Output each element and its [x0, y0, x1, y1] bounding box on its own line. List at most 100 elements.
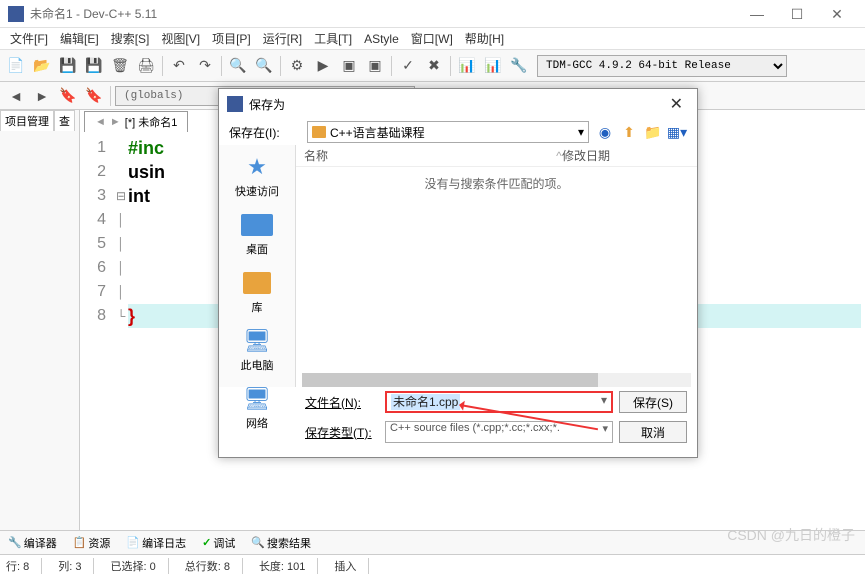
menu-search[interactable]: 搜索[S] — [105, 30, 156, 47]
dialog-body: ★快速访问 桌面 库 🖥此电脑 🖥网络 名称 ^ 修改日期 没有与搜索条件匹配的… — [219, 145, 697, 387]
editor-tab-label: [*] 未命名1 — [125, 114, 178, 130]
separator — [162, 56, 163, 76]
separator — [110, 86, 111, 106]
tab-debug[interactable]: ✓ 调试 — [198, 533, 239, 553]
undo-icon[interactable]: ↶ — [167, 54, 191, 78]
dialog-close-button[interactable]: ✕ — [664, 94, 689, 114]
empty-message: 没有与搜索条件匹配的项。 — [296, 167, 697, 192]
dialog-icon — [227, 96, 243, 112]
stop-icon[interactable]: ✖ — [422, 54, 446, 78]
menu-file[interactable]: 文件[F] — [4, 30, 54, 47]
view-menu-icon[interactable]: ▦▾ — [667, 122, 687, 142]
tab-compile-log[interactable]: 📄 编译日志 — [122, 533, 190, 553]
menu-astyle[interactable]: AStyle — [358, 32, 405, 46]
new-folder-icon[interactable]: 📁 — [643, 122, 663, 142]
sidebar-tab-project[interactable]: 项目管理 — [0, 110, 54, 131]
separator — [391, 56, 392, 76]
menu-tools[interactable]: 工具[T] — [308, 30, 358, 47]
print-icon[interactable]: 🖨 — [134, 54, 158, 78]
back-icon[interactable]: ◄ — [4, 84, 28, 108]
folder-icon — [312, 126, 326, 138]
filename-row: 文件名(N): 未命名1.cpp▾ 保存(S) — [295, 387, 697, 417]
tab-resources[interactable]: 📋 资源 — [69, 533, 115, 553]
nav-up-icon[interactable]: ⬆ — [619, 122, 639, 142]
titlebar: 未命名1 - Dev-C++ 5.11 — ☐ ✕ — [0, 0, 865, 28]
maximize-button[interactable]: ☐ — [777, 2, 817, 26]
filename-input[interactable]: 未命名1.cpp▾ — [385, 391, 613, 413]
col-date[interactable]: 修改日期 — [562, 147, 697, 164]
col-name[interactable]: 名称 — [296, 147, 556, 164]
project-sidebar: 项目管理 查 — [0, 110, 80, 530]
cancel-button[interactable]: 取消 — [619, 421, 687, 443]
file-list[interactable]: 名称 ^ 修改日期 没有与搜索条件匹配的项。 — [295, 145, 697, 387]
profile-icon[interactable]: 📊 — [455, 54, 479, 78]
horizontal-scrollbar[interactable] — [302, 373, 691, 387]
menu-project[interactable]: 项目[P] — [206, 30, 257, 47]
filetype-select[interactable]: C++ source files (*.cpp;*.cc;*.cxx;*.▾ — [385, 421, 613, 443]
new-file-icon[interactable]: 📄 — [4, 54, 28, 78]
menu-run[interactable]: 运行[R] — [257, 30, 308, 47]
menu-help[interactable]: 帮助[H] — [459, 30, 510, 47]
nav-back-icon[interactable]: ◉ — [595, 122, 615, 142]
arrow-left-icon[interactable]: ◄ — [95, 116, 106, 128]
status-line: 行: 8 — [6, 558, 42, 574]
place-network[interactable]: 🖥网络 — [219, 381, 295, 439]
rebuild-icon[interactable]: ▣ — [363, 54, 387, 78]
filetype-label: 保存类型(T): — [305, 424, 379, 441]
bookmark-icon[interactable]: 🔖 — [56, 84, 80, 108]
file-list-header: 名称 ^ 修改日期 — [296, 145, 697, 167]
minimize-button[interactable]: — — [737, 2, 777, 26]
save-button[interactable]: 保存(S) — [619, 391, 687, 413]
tab-search-results[interactable]: 🔍 搜索结果 — [247, 533, 315, 553]
status-length: 长度: 101 — [259, 558, 318, 574]
goto-icon[interactable]: 🔖 — [82, 84, 106, 108]
save-all-icon[interactable]: 💾 — [82, 54, 106, 78]
forward-icon[interactable]: ► — [30, 84, 54, 108]
compile-run-icon[interactable]: ▣ — [337, 54, 361, 78]
menubar: 文件[F] 编辑[E] 搜索[S] 视图[V] 项目[P] 运行[R] 工具[T… — [0, 28, 865, 50]
run-icon[interactable]: ▶ — [311, 54, 335, 78]
main-toolbar: 📄 📂 💾 💾 🗑 🖨 ↶ ↷ 🔍 🔍 ⚙ ▶ ▣ ▣ ✓ ✖ 📊 📊 🔧 TD… — [0, 50, 865, 82]
save-in-label: 保存在(I): — [229, 124, 301, 141]
find-icon[interactable]: 🔍 — [226, 54, 250, 78]
status-total: 总行数: 8 — [185, 558, 243, 574]
window-title: 未命名1 - Dev-C++ 5.11 — [30, 5, 737, 22]
place-quickaccess[interactable]: ★快速访问 — [219, 149, 295, 207]
close-button[interactable]: ✕ — [817, 2, 857, 26]
chart-icon[interactable]: 📊 — [481, 54, 505, 78]
separator — [280, 56, 281, 76]
filetype-row: 保存类型(T): C++ source files (*.cpp;*.cc;*.… — [295, 417, 697, 447]
replace-icon[interactable]: 🔍 — [252, 54, 276, 78]
close-file-icon[interactable]: 🗑 — [108, 54, 132, 78]
separator — [221, 56, 222, 76]
place-desktop[interactable]: 桌面 — [219, 207, 295, 265]
menu-view[interactable]: 视图[V] — [155, 30, 206, 47]
status-insert: 插入 — [334, 558, 369, 574]
tab-compiler[interactable]: 🔧 编译器 — [4, 533, 61, 553]
app-icon — [8, 6, 24, 22]
save-icon[interactable]: 💾 — [56, 54, 80, 78]
misc-icon[interactable]: 🔧 — [507, 54, 531, 78]
compiler-select[interactable]: TDM-GCC 4.9.2 64-bit Release — [537, 55, 787, 77]
editor-tab[interactable]: ◄ ► [*] 未命名1 — [84, 111, 188, 132]
open-icon[interactable]: 📂 — [30, 54, 54, 78]
arrow-right-icon[interactable]: ► — [110, 116, 121, 128]
menu-edit[interactable]: 编辑[E] — [54, 30, 105, 47]
status-sel: 已选择: 0 — [110, 558, 168, 574]
menu-window[interactable]: 窗口[W] — [405, 30, 459, 47]
folder-select[interactable]: C++语言基础课程 ▾ — [307, 121, 589, 143]
save-as-dialog: 保存为 ✕ 保存在(I): C++语言基础课程 ▾ ◉ ⬆ 📁 ▦▾ ★快速访问… — [218, 88, 698, 458]
debug-icon[interactable]: ✓ — [396, 54, 420, 78]
redo-icon[interactable]: ↷ — [193, 54, 217, 78]
statusbar: 行: 8 列: 3 已选择: 0 总行数: 8 长度: 101 插入 — [0, 554, 865, 576]
separator — [450, 56, 451, 76]
dialog-title: 保存为 — [249, 96, 664, 113]
status-col: 列: 3 — [58, 558, 94, 574]
place-thispc[interactable]: 🖥此电脑 — [219, 323, 295, 381]
bottom-panel-tabs: 🔧 编译器 📋 资源 📄 编译日志 ✓ 调试 🔍 搜索结果 — [0, 530, 865, 554]
sidebar-tab-view[interactable]: 查 — [54, 110, 75, 131]
places-bar: ★快速访问 桌面 库 🖥此电脑 🖥网络 — [219, 145, 295, 387]
compile-icon[interactable]: ⚙ — [285, 54, 309, 78]
dialog-titlebar: 保存为 ✕ — [219, 89, 697, 119]
place-libraries[interactable]: 库 — [219, 265, 295, 323]
